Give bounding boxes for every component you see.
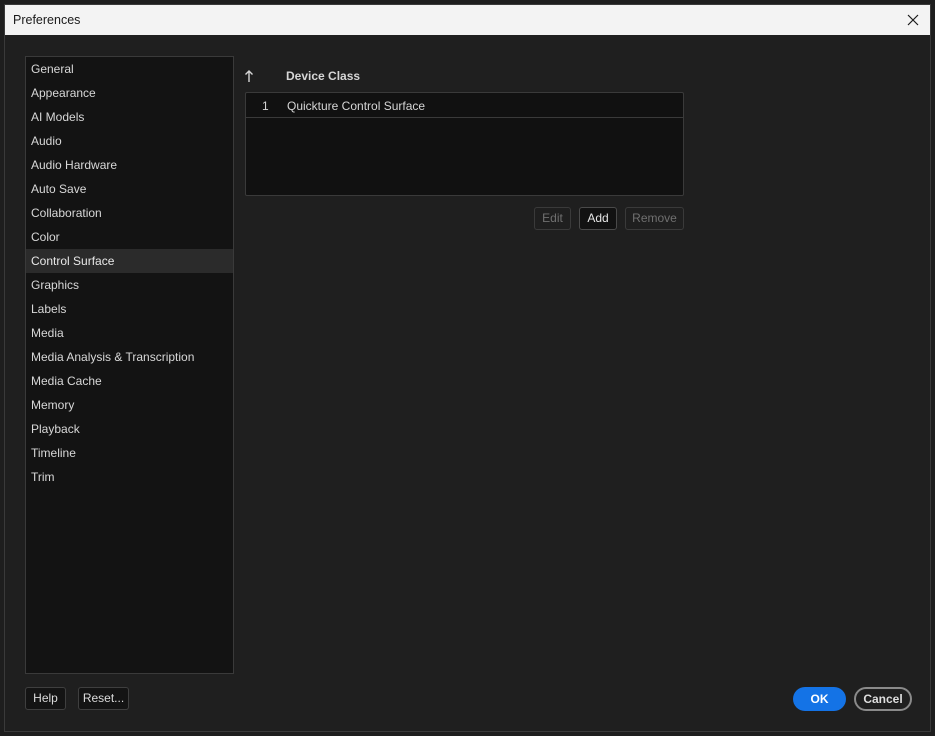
sidebar-item-ai-models[interactable]: AI Models (26, 105, 233, 129)
sidebar-item-trim[interactable]: Trim (26, 465, 233, 489)
sidebar-item-general[interactable]: General (26, 57, 233, 81)
sidebar-item-media-analysis[interactable]: Media Analysis & Transcription (26, 345, 233, 369)
window-title: Preferences (13, 13, 81, 27)
sidebar-item-labels[interactable]: Labels (26, 297, 233, 321)
sidebar-item-memory[interactable]: Memory (26, 393, 233, 417)
sidebar-item-graphics[interactable]: Graphics (26, 273, 233, 297)
sidebar-item-audio[interactable]: Audio (26, 129, 233, 153)
reset-button[interactable]: Reset... (78, 687, 129, 710)
add-button[interactable]: Add (579, 207, 617, 230)
title-bar: Preferences (5, 5, 930, 35)
sidebar-item-timeline[interactable]: Timeline (26, 441, 233, 465)
row-device-class: Quickture Control Surface (287, 99, 426, 113)
column-header-device-class[interactable]: Device Class (286, 69, 360, 83)
sidebar-item-control-surface[interactable]: Control Surface (26, 249, 233, 273)
device-class-table: 1 Quickture Control Surface (245, 92, 684, 196)
remove-button[interactable]: Remove (625, 207, 684, 230)
sidebar-item-collaboration[interactable]: Collaboration (26, 201, 233, 225)
close-button[interactable] (896, 5, 930, 35)
cancel-button[interactable]: Cancel (854, 687, 912, 711)
sort-ascending-icon[interactable] (244, 69, 254, 83)
row-index: 1 (262, 99, 269, 113)
preferences-dialog: Preferences General Appearance AI Models… (4, 4, 931, 732)
preferences-sidebar: General Appearance AI Models Audio Audio… (25, 56, 234, 674)
sidebar-item-auto-save[interactable]: Auto Save (26, 177, 233, 201)
ok-button[interactable]: OK (793, 687, 846, 711)
sidebar-item-media-cache[interactable]: Media Cache (26, 369, 233, 393)
sidebar-item-color[interactable]: Color (26, 225, 233, 249)
sidebar-item-media[interactable]: Media (26, 321, 233, 345)
edit-button[interactable]: Edit (534, 207, 571, 230)
sidebar-item-playback[interactable]: Playback (26, 417, 233, 441)
help-button[interactable]: Help (25, 687, 66, 710)
sidebar-item-audio-hardware[interactable]: Audio Hardware (26, 153, 233, 177)
close-icon (907, 14, 919, 26)
sidebar-item-appearance[interactable]: Appearance (26, 81, 233, 105)
table-row[interactable]: 1 Quickture Control Surface (246, 93, 683, 118)
